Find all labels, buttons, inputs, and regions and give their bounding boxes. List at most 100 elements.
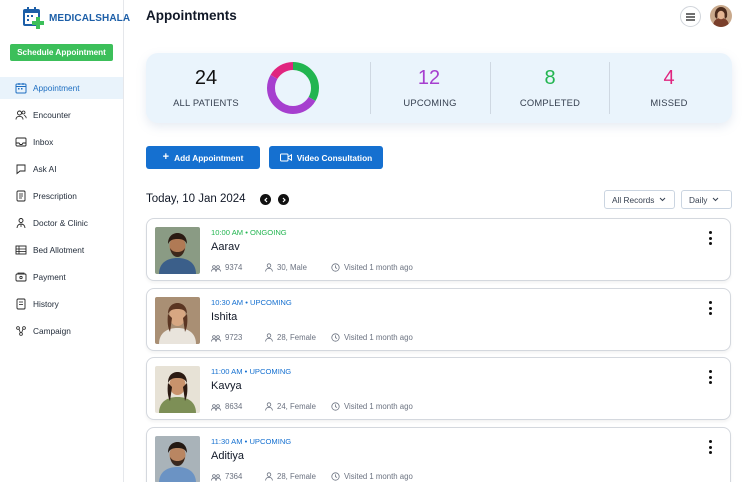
age-gender-value: 30, Male xyxy=(277,263,307,272)
stats-divider xyxy=(609,62,610,114)
video-consultation-button[interactable]: Video Consultation xyxy=(269,146,383,169)
sidebar-item-label: Doctor & Clinic xyxy=(33,218,88,228)
last-visit: Visited 1 month ago xyxy=(331,333,413,342)
patient-id-value: 9723 xyxy=(225,333,243,342)
stats-divider xyxy=(490,62,491,114)
sidebar-item-campaign[interactable]: Campaign xyxy=(0,320,123,342)
patient-age-gender: 30, Male xyxy=(265,263,307,272)
stats-card: 24 ALL PATIENTS 12 UPCOMING 8 COMPLETED … xyxy=(146,53,732,123)
sidebar-item-appointment[interactable]: Appointment xyxy=(0,77,123,99)
sidebar-item-label: Prescription xyxy=(33,191,77,201)
patient-name: Aditiya xyxy=(211,450,245,462)
last-visit-value: Visited 1 month ago xyxy=(344,472,413,481)
logo[interactable]: MEDICALSHALA xyxy=(22,6,130,30)
add-appointment-label: Add Appointment xyxy=(174,152,244,163)
campaign-icon xyxy=(15,325,27,337)
sidebar-item-label: History xyxy=(33,299,59,309)
patient-photo xyxy=(155,366,200,413)
more-options-icon[interactable] xyxy=(708,370,712,384)
logo-text: MEDICALSHALA xyxy=(49,12,131,24)
person-icon xyxy=(265,402,273,411)
patient-id: 7364 xyxy=(211,472,242,481)
records-filter-select[interactable]: All Records xyxy=(604,190,675,209)
patient-name: Ishita xyxy=(211,311,238,323)
records-filter-value: All Records xyxy=(612,194,655,205)
id-group-icon xyxy=(211,403,221,411)
video-camera-icon xyxy=(279,153,292,162)
history-icon xyxy=(15,298,27,310)
appointment-time: 11:30 AM xyxy=(211,437,243,446)
menu-button[interactable] xyxy=(680,6,701,27)
id-group-icon xyxy=(211,473,221,481)
id-group-icon xyxy=(211,334,221,342)
appointment-status: 11:00 AM • UPCOMING xyxy=(211,367,291,376)
more-options-icon[interactable] xyxy=(708,301,712,315)
patient-id-value: 8634 xyxy=(225,402,243,411)
appointment-time: 10:30 AM xyxy=(211,298,244,307)
appointment-card[interactable]: 10:30 AM • UPCOMING Ishita 9723 28, Fema… xyxy=(146,288,731,351)
sidebar-item-prescription[interactable]: Prescription xyxy=(0,185,123,207)
appointment-time: 10:00 AM xyxy=(211,228,244,237)
missed-count: 4 xyxy=(663,67,675,89)
patient-age-gender: 24, Female xyxy=(265,402,316,411)
appointment-status: 10:00 AM • ONGOING xyxy=(211,228,287,237)
chat-icon xyxy=(15,163,27,175)
sidebar-item-history[interactable]: History xyxy=(0,293,123,315)
upcoming-label: UPCOMING xyxy=(403,97,457,108)
clock-icon xyxy=(331,472,340,481)
stats-divider xyxy=(370,62,371,114)
sidebar-item-bed-allotment[interactable]: Bed Allotment xyxy=(0,239,123,261)
add-appointment-button[interactable]: + Add Appointment xyxy=(146,146,260,169)
period-select[interactable]: Daily xyxy=(681,190,732,209)
user-avatar[interactable] xyxy=(710,5,732,27)
schedule-appointment-button[interactable]: Schedule Appointment xyxy=(10,44,113,61)
last-visit-value: Visited 1 month ago xyxy=(344,263,413,272)
clock-icon xyxy=(331,263,340,272)
last-visit: Visited 1 month ago xyxy=(331,263,413,272)
last-visit-value: Visited 1 month ago xyxy=(344,402,413,411)
patient-id-value: 9374 xyxy=(225,263,243,272)
sidebar-item-label: Inbox xyxy=(33,137,54,147)
all-patients-count: 24 xyxy=(194,67,218,89)
patient-photo xyxy=(155,227,200,274)
clock-icon xyxy=(331,402,340,411)
sidebar-item-doctor-clinic[interactable]: Doctor & Clinic xyxy=(0,212,123,234)
users-icon xyxy=(15,109,27,121)
sidebar: MEDICALSHALA Schedule Appointment Appoin… xyxy=(0,0,130,482)
appointment-card[interactable]: 11:00 AM • UPCOMING Kavya 8634 24, Femal… xyxy=(146,357,731,420)
patient-name: Kavya xyxy=(211,380,242,392)
patients-donut-chart xyxy=(267,62,319,114)
next-day-button[interactable] xyxy=(278,194,289,205)
appointment-card[interactable]: 10:00 AM • ONGOING Aarav 9374 30, Male V… xyxy=(146,218,731,281)
current-date-label: Today, 10 Jan 2024 xyxy=(146,193,246,205)
appointment-time: 11:00 AM xyxy=(211,367,243,376)
sidebar-item-encounter[interactable]: Encounter xyxy=(0,104,123,126)
patient-id: 8634 xyxy=(211,402,242,411)
age-gender-value: 24, Female xyxy=(277,402,317,411)
appointment-status: 11:30 AM • UPCOMING xyxy=(211,437,291,446)
completed-label: COMPLETED xyxy=(519,97,581,108)
sidebar-item-label: Campaign xyxy=(33,326,71,336)
calendar-icon xyxy=(15,82,27,94)
all-patients-label: ALL PATIENTS xyxy=(173,97,239,108)
sidebar-item-payment[interactable]: Payment xyxy=(0,266,123,288)
sidebar-item-ask-ai[interactable]: Ask AI xyxy=(0,158,123,180)
appointment-card[interactable]: 11:30 AM • UPCOMING Aditiya 7364 28, Fem… xyxy=(146,427,731,482)
more-options-icon[interactable] xyxy=(708,231,712,245)
appointment-status: 10:30 AM • UPCOMING xyxy=(211,298,292,307)
sidebar-item-inbox[interactable]: Inbox xyxy=(0,131,123,153)
chevron-right-icon xyxy=(282,197,286,202)
status-label: UPCOMING xyxy=(250,298,292,307)
previous-day-button[interactable] xyxy=(260,194,271,205)
clock-icon xyxy=(331,333,340,342)
last-visit: Visited 1 month ago xyxy=(331,402,413,411)
missed-label: MISSED xyxy=(650,97,688,108)
age-gender-value: 28, Female xyxy=(277,472,317,481)
last-visit-value: Visited 1 month ago xyxy=(344,333,413,342)
chevron-left-icon xyxy=(263,197,267,202)
more-options-icon[interactable] xyxy=(708,440,712,454)
sidebar-item-label: Appointment xyxy=(33,83,80,93)
status-label: ONGOING xyxy=(250,228,287,237)
prescription-icon xyxy=(15,190,27,202)
page-title: Appointments xyxy=(146,8,237,23)
